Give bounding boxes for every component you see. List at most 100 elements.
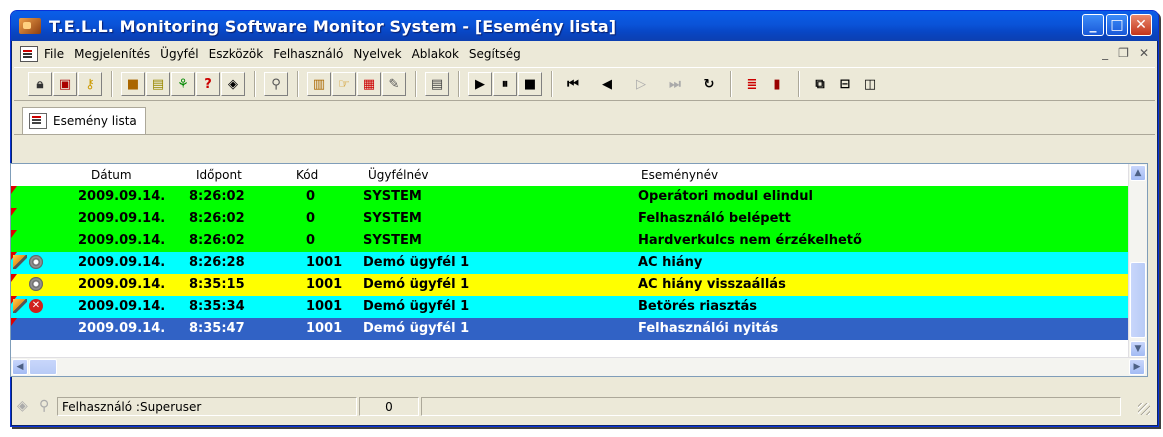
cell-code: 1001 <box>306 299 343 314</box>
table-row[interactable]: 2009.09.14. 8:26:02 0 SYSTEM Felhasználó bel… <box>11 208 1129 230</box>
pencil-icon <box>13 255 27 269</box>
tab-label: Esemény lista <box>53 114 137 128</box>
column-event[interactable]: Eseménynév <box>641 168 718 182</box>
cell-code: 1001 <box>306 277 343 292</box>
document-icon[interactable]: ▤ <box>425 72 449 96</box>
play-icon[interactable]: ▶ <box>468 72 492 96</box>
cell-code: 1001 <box>306 321 343 336</box>
table-icon[interactable]: ▦ <box>357 72 381 96</box>
scroll-down-button[interactable]: ▼ <box>1130 341 1146 357</box>
warning-icon[interactable]: ◈ <box>221 72 245 96</box>
next-icon[interactable]: ▷ <box>629 72 653 96</box>
table-row[interactable]: 2009.09.14. 8:26:28 1001 Demó ügyfél 1 AC hi… <box>11 252 1129 274</box>
book-icon[interactable]: ▮ <box>765 72 789 96</box>
list-icon[interactable]: ≣ <box>740 72 764 96</box>
minimize-button[interactable]: _ <box>1082 14 1104 36</box>
document-icon[interactable] <box>20 46 38 62</box>
scroll-thumb[interactable] <box>1130 262 1146 338</box>
app-icon[interactable] <box>19 18 41 34</box>
cell-time: 8:35:34 <box>189 299 245 314</box>
cell-date: 2009.09.14. <box>78 255 166 270</box>
vertical-scrollbar[interactable]: ▲ ▼ <box>1128 164 1147 359</box>
close-button[interactable]: ✕ <box>1130 14 1152 36</box>
cell-time: 8:26:02 <box>189 233 245 248</box>
cell-time: 8:35:47 <box>189 321 245 336</box>
cell-client: Demó ügyfél 1 <box>363 255 470 270</box>
column-code[interactable]: Kód <box>296 168 318 182</box>
tile-horizontal-icon[interactable]: ⊟ <box>833 72 857 96</box>
tile-vertical-icon[interactable]: ◫ <box>858 72 882 96</box>
scroll-right-button[interactable]: ▶ <box>1129 359 1145 375</box>
scroll-left-button[interactable]: ◀ <box>12 359 28 375</box>
cell-event: Felhasználói nyitás <box>638 321 779 336</box>
table-row[interactable]: ✕ 2009.09.14. 8:35:34 1001 Demó ügyfél 1 Betö… <box>11 296 1129 318</box>
wand-icon[interactable]: ⚲ <box>264 72 288 96</box>
scroll-up-button[interactable]: ▲ <box>1130 165 1146 181</box>
cell-code: 0 <box>306 189 316 204</box>
menu-windows[interactable]: Ablakok <box>412 47 459 61</box>
cascade-icon[interactable]: ⧉ <box>808 72 832 96</box>
cell-date: 2009.09.14. <box>78 233 166 248</box>
cell-event: Hardverkulcs nem érzékelhető <box>638 233 862 248</box>
hscroll-thumb[interactable] <box>29 359 57 375</box>
column-date[interactable]: Dátum <box>91 168 132 182</box>
status-bar: ◈ ⚲ Felhasználó :Superuser 0 <box>13 394 1154 419</box>
pause-icon[interactable]: ⏸︎ <box>493 72 517 96</box>
maximize-button[interactable]: □ <box>1106 14 1128 36</box>
menu-user[interactable]: Felhasználó <box>273 47 343 61</box>
pen-icon[interactable]: ✎ <box>382 72 406 96</box>
ban-icon[interactable]: ▣ <box>53 72 77 96</box>
cell-time: 8:26:28 <box>189 255 245 270</box>
horizontal-scrollbar[interactable]: ◀ ▶ <box>11 357 1147 376</box>
table-row[interactable]: 2009.09.14. 8:26:02 0 SYSTEM Operátori modul… <box>11 186 1129 208</box>
cell-date: 2009.09.14. <box>78 277 166 292</box>
status-user-text: Felhasználó :Superuser <box>62 399 202 414</box>
hand-icon[interactable]: ☞ <box>332 72 356 96</box>
event-list[interactable]: Dátum Időpont Kód Ügyfélnév Eseménynév 2… <box>10 163 1148 377</box>
mdi-restore-button[interactable]: ❐ <box>1118 46 1129 60</box>
lock-icon[interactable]: 🔒︎ <box>28 72 52 96</box>
tab-event-list[interactable]: Esemény lista <box>22 107 146 134</box>
last-icon[interactable]: ⏭︎ <box>663 72 687 96</box>
column-client[interactable]: Ügyfélnév <box>368 168 429 182</box>
toolbar-separator <box>111 71 113 97</box>
toolbar: 🔒︎ ▣ ⚷ ■ ▤ ⚘ ? ◈ ⚲ ▥ ☞ ▦ ✎ ▤ ▶ ⏸︎ ■ ⏮︎ ◀… <box>14 67 1155 101</box>
status-count: 0 <box>359 397 419 416</box>
runner-icon[interactable]: ⚘ <box>171 72 195 96</box>
column-time[interactable]: Időpont <box>196 168 242 182</box>
cell-client: SYSTEM <box>363 233 422 248</box>
refresh-icon[interactable]: ↻ <box>697 72 721 96</box>
resize-grip[interactable] <box>1138 403 1150 415</box>
menu-tools[interactable]: Eszközök <box>209 47 264 61</box>
cell-time: 8:35:15 <box>189 277 245 292</box>
stop-icon[interactable]: ■ <box>518 72 542 96</box>
gift-icon[interactable]: ■ <box>121 72 145 96</box>
toolbar-separator <box>254 71 256 97</box>
key-icon[interactable]: ⚷ <box>78 72 102 96</box>
flag-icon <box>11 186 17 194</box>
cell-date: 2009.09.14. <box>78 211 166 226</box>
cell-client: Demó ügyfél 1 <box>363 299 470 314</box>
prev-icon[interactable]: ◀ <box>595 72 619 96</box>
table-row[interactable]: 2009.09.14. 8:35:15 1001 Demó ügyfél 1 AC hi… <box>11 274 1129 296</box>
cell-client: Demó ügyfél 1 <box>363 321 470 336</box>
menu-file[interactable]: File <box>44 47 64 61</box>
mdi-controls: _ ❐ ✕ <box>1102 46 1149 60</box>
flag-icon <box>11 274 17 282</box>
menu-languages[interactable]: Nyelvek <box>353 47 401 61</box>
toolbar-separator <box>730 71 732 97</box>
menu-view[interactable]: Megjelenítés <box>74 47 150 61</box>
table-row[interactable]: 2009.09.14. 8:26:02 0 SYSTEM Hardverkulcs ne… <box>11 230 1129 252</box>
menu-client[interactable]: Ügyfél <box>160 47 198 61</box>
first-icon[interactable]: ⏮︎ <box>561 72 585 96</box>
mdi-close-button[interactable]: ✕ <box>1139 46 1149 60</box>
title-bar[interactable]: T.E.L.L. Monitoring Software Monitor Sys… <box>11 11 1158 41</box>
cards-icon[interactable]: ▤ <box>146 72 170 96</box>
help-icon[interactable]: ? <box>196 72 220 96</box>
table-row[interactable]: 2009.09.14. 8:35:47 1001 Demó ügyfél 1 Felha… <box>11 318 1129 340</box>
building-icon[interactable]: ▥ <box>307 72 331 96</box>
menu-help[interactable]: Segítség <box>469 47 521 61</box>
cell-time: 8:26:02 <box>189 189 245 204</box>
cell-date: 2009.09.14. <box>78 321 166 336</box>
mdi-minimize-button[interactable]: _ <box>1102 46 1108 60</box>
